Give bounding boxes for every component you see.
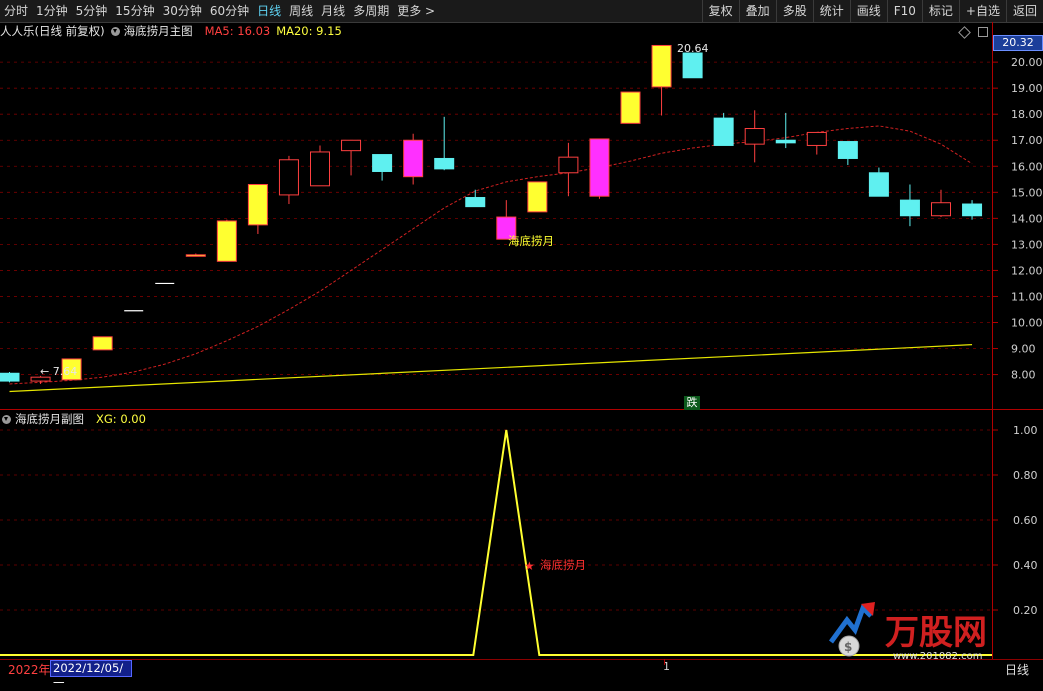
candle <box>713 112 734 146</box>
watermark-logo: $ 万股网 www.201082.com <box>825 598 1035 662</box>
star-icon: ★ <box>524 559 535 573</box>
candle <box>806 131 827 155</box>
candle-body <box>806 131 827 146</box>
y-tick-label: 14.00 <box>1011 212 1043 225</box>
brand-logo-icon: $ 万股网 www.201082.com <box>828 602 987 662</box>
y-tick-label: 19.00 <box>1011 82 1043 95</box>
candle-body <box>868 172 889 197</box>
y-tick-label: 10.00 <box>1011 316 1043 329</box>
low-price-annotation: ← 7.64 <box>40 365 77 378</box>
candle <box>962 200 983 220</box>
main-signal-label: 海底捞月 <box>508 234 554 248</box>
candle-body <box>931 202 951 217</box>
candle <box>837 141 858 165</box>
candle-body <box>620 91 641 124</box>
candle <box>589 138 610 199</box>
candle-body <box>372 154 393 172</box>
year-label: 2022年 <box>8 663 51 677</box>
sub-signal-label: 海底捞月 <box>540 558 586 572</box>
candle-body <box>341 139 362 152</box>
candle-body <box>247 184 268 226</box>
sub-y-tick-label: 0.80 <box>1013 469 1038 482</box>
y-tick-label: 11.00 <box>1011 290 1043 303</box>
y-tick-label: 8.00 <box>1011 369 1036 382</box>
candle <box>278 155 299 205</box>
time-axis-bar <box>0 659 1043 677</box>
candle <box>775 112 796 149</box>
candle-body <box>0 372 20 382</box>
candle <box>310 145 330 187</box>
candle <box>434 116 455 171</box>
candle <box>527 181 548 213</box>
candle-body <box>527 181 548 213</box>
candle-body <box>962 203 983 217</box>
watermark-brand: 万股网 <box>885 613 987 653</box>
y-tick-label: 18.00 <box>1011 108 1043 121</box>
candle-body <box>713 117 734 146</box>
candle <box>403 133 424 185</box>
month-divider-tick <box>664 659 665 665</box>
candle-body <box>651 44 672 88</box>
candle-body <box>775 139 796 144</box>
low-price-value: 7.64 <box>53 365 78 378</box>
candle <box>247 184 268 234</box>
candle-body <box>403 139 424 178</box>
sub-y-tick-label: 1.00 <box>1013 424 1038 437</box>
candle <box>92 336 113 351</box>
candle-body <box>682 52 703 79</box>
candle-body <box>185 254 206 257</box>
candle <box>372 154 393 181</box>
candle <box>744 110 765 163</box>
candle <box>216 219 237 262</box>
candle-body <box>899 199 920 217</box>
candle <box>558 142 579 197</box>
candle-body <box>465 197 486 208</box>
svg-text:$: $ <box>844 640 852 654</box>
candle-body <box>558 156 579 174</box>
candle <box>620 91 641 124</box>
candle <box>899 184 920 227</box>
ma-long-line <box>9 344 973 393</box>
y-tick-label: 13.00 <box>1011 238 1043 251</box>
y-tick-label: 16.00 <box>1011 160 1043 173</box>
candle <box>341 139 362 176</box>
drop-badge: 跌 <box>684 396 700 410</box>
y-tick-label: 12.00 <box>1011 264 1043 277</box>
candle-body <box>589 138 610 197</box>
candle-body <box>310 151 330 187</box>
candle-body <box>216 220 237 262</box>
candle-body <box>92 336 113 351</box>
candle-body <box>744 128 765 145</box>
sub-y-tick-label: 0.60 <box>1013 514 1038 527</box>
candle <box>682 52 703 79</box>
y-tick-label: 17.00 <box>1011 134 1043 147</box>
candle-body <box>434 157 455 170</box>
y-tick-label: 9.00 <box>1011 343 1036 356</box>
candle <box>465 189 486 208</box>
candle <box>0 371 20 383</box>
kline-chart[interactable]: 20.00 19.00 18.00 17.00 16.00 15.00 14.00 13.00… <box>0 0 1043 676</box>
high-price-annotation: 20.64 <box>677 42 709 55</box>
candle-body <box>837 141 858 159</box>
candle <box>185 253 206 257</box>
sub-y-tick-label: 0.40 <box>1013 559 1038 572</box>
candle <box>651 44 672 116</box>
candle <box>931 189 951 218</box>
y-tick-label: 15.00 <box>1011 186 1043 199</box>
candle-body <box>278 159 299 196</box>
period-label: 日线 <box>1005 663 1030 677</box>
y-tick-label: 20.00 <box>1011 56 1043 69</box>
candle <box>868 167 889 197</box>
cursor-date: 2022/12/05/一 <box>50 660 132 690</box>
ma-dashed-line <box>9 125 973 385</box>
